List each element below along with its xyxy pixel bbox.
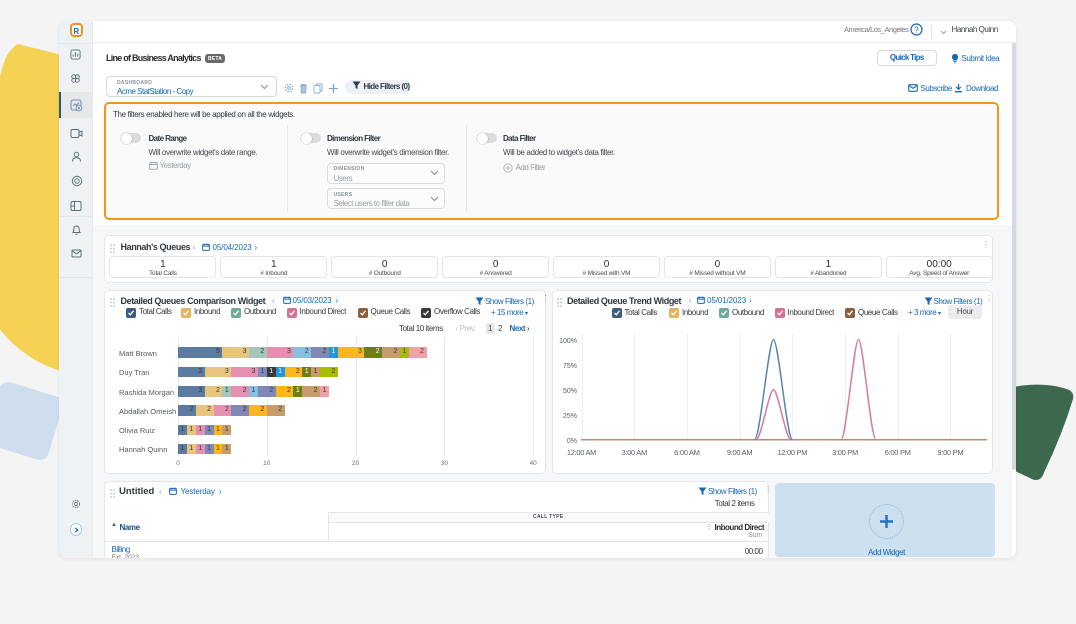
svg-text:?: ? — [914, 25, 919, 34]
